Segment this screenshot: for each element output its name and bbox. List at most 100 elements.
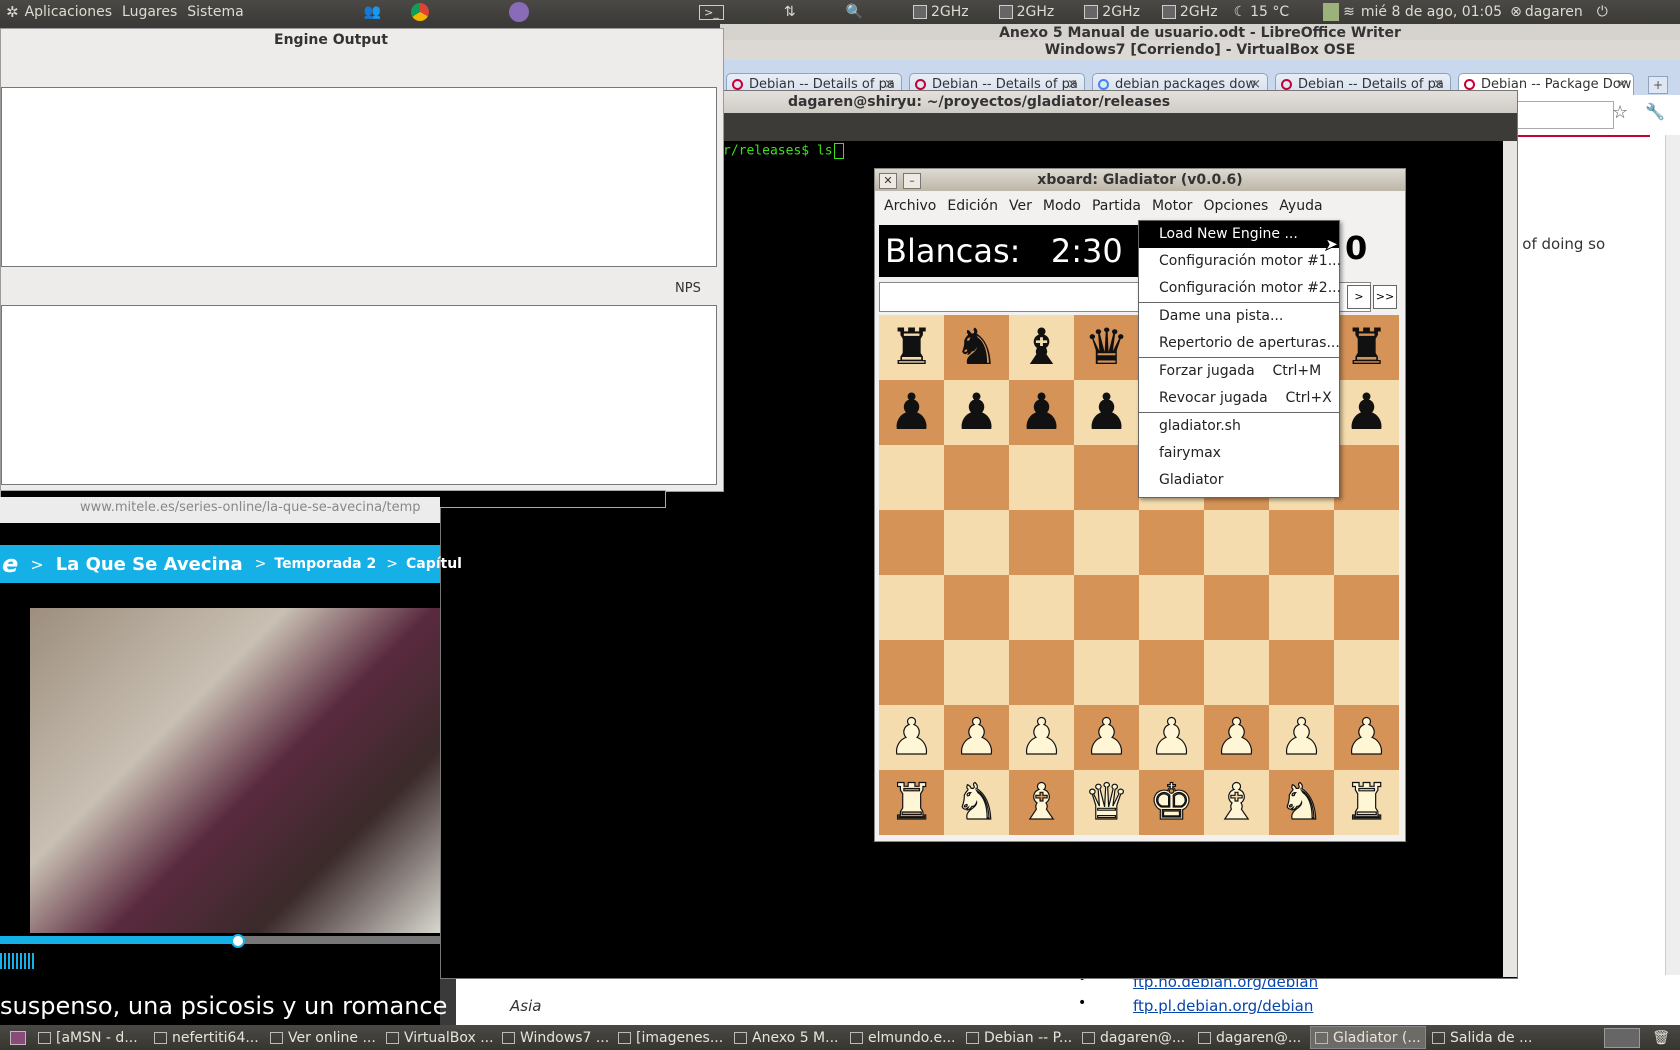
bookmark-star-icon[interactable]: ☆ bbox=[1612, 102, 1628, 123]
menu-aplicaciones[interactable]: Aplicaciones bbox=[25, 4, 112, 20]
black-pawn-icon[interactable]: ♟ bbox=[1344, 380, 1389, 445]
board-square[interactable]: ♟ bbox=[1074, 380, 1139, 445]
wrench-icon[interactable]: 🔧 bbox=[1645, 102, 1665, 121]
board-square[interactable]: ♜ bbox=[879, 770, 944, 835]
users-icon[interactable]: 👥 bbox=[364, 4, 381, 20]
forward-button[interactable]: > bbox=[1347, 285, 1371, 309]
board-square[interactable]: ♜ bbox=[1334, 770, 1399, 835]
chrome-icon[interactable] bbox=[411, 3, 430, 21]
board-square[interactable] bbox=[1074, 510, 1139, 575]
trash-icon[interactable]: 🗑 bbox=[1652, 1030, 1670, 1046]
black-clock[interactable]: 0 bbox=[1345, 229, 1367, 267]
power-icon[interactable]: ⏻ bbox=[1597, 4, 1608, 20]
taskbar-item[interactable]: [imagenes... bbox=[614, 1027, 728, 1048]
board-square[interactable]: ♟ bbox=[1074, 705, 1139, 770]
white-knight-icon[interactable]: ♞ bbox=[953, 770, 999, 835]
taskbar-item[interactable]: VirtualBox ... bbox=[382, 1027, 496, 1048]
video-progress-knob[interactable] bbox=[231, 934, 245, 948]
menu-sistema[interactable]: Sistema bbox=[187, 4, 243, 20]
board-square[interactable]: ♛ bbox=[1074, 315, 1139, 380]
white-pawn-icon[interactable]: ♟ bbox=[888, 705, 934, 770]
white-queen-icon[interactable]: ♛ bbox=[1083, 770, 1129, 835]
motor-menu-item[interactable]: gladiator.sh bbox=[1139, 413, 1339, 440]
board-square[interactable] bbox=[1204, 640, 1269, 705]
black-pawn-icon[interactable]: ♟ bbox=[1084, 380, 1129, 445]
breadcrumb-show[interactable]: La Que Se Avecina bbox=[56, 554, 243, 575]
taskbar-item[interactable]: Gladiator (... bbox=[1310, 1026, 1426, 1049]
board-square[interactable] bbox=[1074, 640, 1139, 705]
search-icon[interactable]: 🔍 bbox=[846, 4, 863, 20]
black-pawn-icon[interactable]: ♟ bbox=[1019, 380, 1064, 445]
site-logo-icon[interactable]: e bbox=[2, 550, 18, 578]
board-square[interactable] bbox=[1204, 575, 1269, 640]
board-square[interactable]: ♟ bbox=[1334, 380, 1399, 445]
white-pawn-icon[interactable]: ♟ bbox=[1083, 705, 1129, 770]
menu-partida[interactable]: Partida bbox=[1092, 198, 1141, 214]
motor-menu-item[interactable]: Configuración motor #2... bbox=[1139, 275, 1341, 302]
white-rook-icon[interactable]: ♜ bbox=[1343, 770, 1389, 835]
taskbar-item[interactable]: elmundo.e... bbox=[846, 1027, 960, 1048]
board-square[interactable] bbox=[1269, 510, 1334, 575]
close-icon[interactable]: ✕ bbox=[879, 173, 897, 189]
black-knight-icon[interactable]: ♞ bbox=[954, 315, 999, 380]
board-square[interactable]: ♟ bbox=[1009, 705, 1074, 770]
board-square[interactable] bbox=[879, 510, 944, 575]
board-square[interactable] bbox=[1009, 575, 1074, 640]
black-pawn-icon[interactable]: ♟ bbox=[889, 380, 934, 445]
board-square[interactable] bbox=[1009, 510, 1074, 575]
wifi-icon[interactable]: ≋ bbox=[1343, 4, 1355, 20]
new-tab-button[interactable]: + bbox=[1648, 76, 1668, 94]
clock[interactable]: mié 8 de ago, 01:05 bbox=[1361, 4, 1502, 20]
board-square[interactable] bbox=[879, 575, 944, 640]
board-square[interactable]: ♟ bbox=[944, 380, 1009, 445]
black-pawn-icon[interactable]: ♟ bbox=[954, 380, 999, 445]
motor-menu-item[interactable]: fairymax bbox=[1139, 440, 1339, 467]
terminal-scrollbar[interactable] bbox=[1503, 141, 1517, 977]
black-queen-icon[interactable]: ♛ bbox=[1084, 315, 1129, 380]
volume-bars-icon[interactable] bbox=[0, 953, 34, 969]
board-square[interactable] bbox=[879, 445, 944, 510]
breadcrumb-season[interactable]: Temporada 2 bbox=[274, 556, 376, 572]
board-square[interactable]: ♚ bbox=[1139, 770, 1204, 835]
motor-menu-item[interactable]: Configuración motor #1... bbox=[1139, 248, 1341, 275]
white-pawn-icon[interactable]: ♟ bbox=[1278, 705, 1324, 770]
taskbar-item[interactable]: Windows7 ... bbox=[498, 1027, 612, 1048]
menu-ayuda[interactable]: Ayuda bbox=[1279, 198, 1322, 214]
board-square[interactable]: ♝ bbox=[1009, 770, 1074, 835]
motor-menu-item[interactable]: Load New Engine ... bbox=[1139, 221, 1339, 248]
board-square[interactable]: ♝ bbox=[1009, 315, 1074, 380]
menu-edicion[interactable]: Edición bbox=[947, 198, 998, 214]
terminal-launcher-icon[interactable]: >_ bbox=[699, 4, 724, 20]
white-pawn-icon[interactable]: ♟ bbox=[1148, 705, 1194, 770]
media-icon[interactable] bbox=[509, 2, 530, 22]
board-square[interactable]: ♟ bbox=[1334, 705, 1399, 770]
white-king-icon[interactable]: ♚ bbox=[1148, 770, 1194, 835]
transfer-icon[interactable]: ⇅ bbox=[784, 4, 796, 20]
board-square[interactable]: ♞ bbox=[944, 315, 1009, 380]
menu-lugares[interactable]: Lugares bbox=[122, 4, 177, 20]
board-square[interactable] bbox=[944, 640, 1009, 705]
board-square[interactable]: ♝ bbox=[1204, 770, 1269, 835]
menu-opciones[interactable]: Opciones bbox=[1203, 198, 1268, 214]
mirror-link-pl[interactable]: ftp.pl.debian.org/debian bbox=[1133, 997, 1313, 1015]
menu-ver[interactable]: Ver bbox=[1009, 198, 1032, 214]
board-square[interactable]: ♟ bbox=[879, 380, 944, 445]
weather-temp[interactable]: 15 °C bbox=[1250, 4, 1289, 20]
menu-motor[interactable]: Motor bbox=[1152, 198, 1192, 214]
board-square[interactable]: ♟ bbox=[1139, 705, 1204, 770]
board-square[interactable]: ♜ bbox=[1334, 315, 1399, 380]
board-square[interactable] bbox=[1269, 640, 1334, 705]
taskbar-item[interactable]: dagaren@... bbox=[1194, 1027, 1308, 1048]
user-name[interactable]: dagaren bbox=[1525, 4, 1583, 20]
taskbar-item[interactable]: nefertiti64... bbox=[150, 1027, 264, 1048]
board-square[interactable] bbox=[1269, 575, 1334, 640]
video-frame[interactable] bbox=[30, 608, 440, 933]
board-square[interactable]: ♟ bbox=[944, 705, 1009, 770]
board-square[interactable] bbox=[879, 640, 944, 705]
board-square[interactable] bbox=[1334, 575, 1399, 640]
board-square[interactable]: ♞ bbox=[1269, 770, 1334, 835]
board-square[interactable]: ♟ bbox=[1204, 705, 1269, 770]
board-square[interactable] bbox=[1139, 575, 1204, 640]
taskbar-item[interactable]: Salida de ... bbox=[1428, 1027, 1542, 1048]
board-square[interactable] bbox=[1009, 445, 1074, 510]
